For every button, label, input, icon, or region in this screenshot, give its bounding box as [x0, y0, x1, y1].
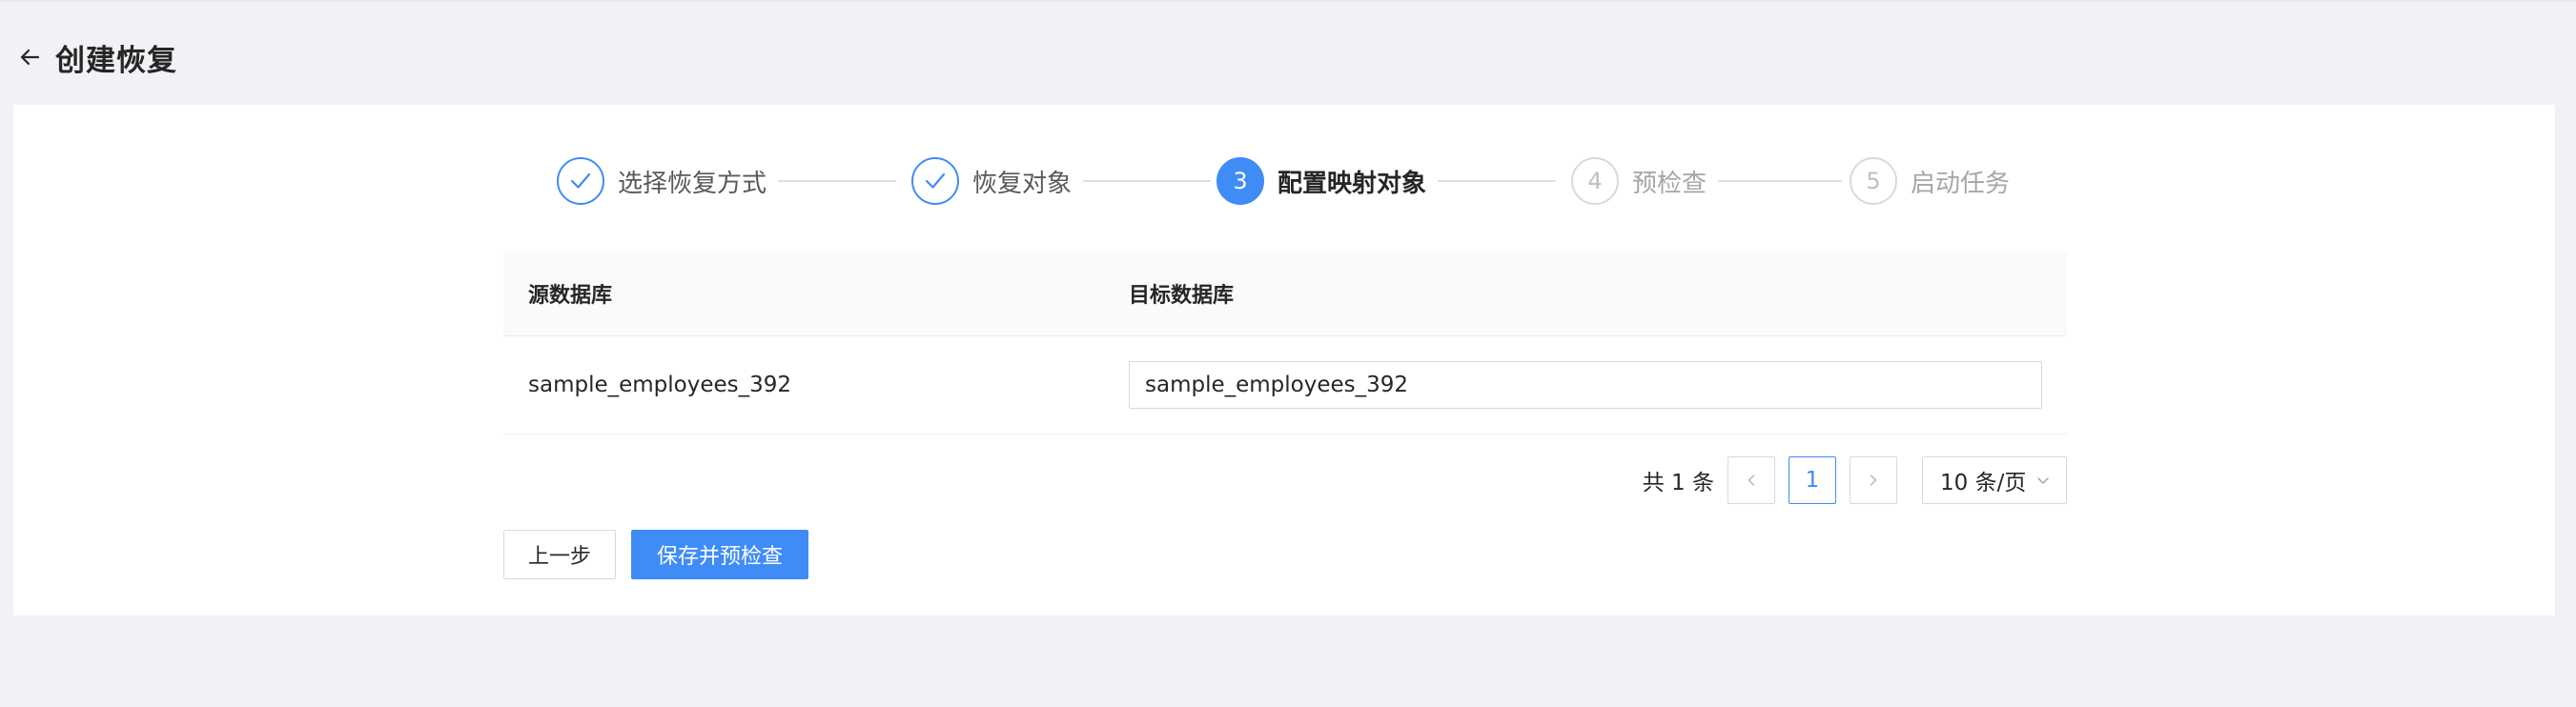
page-header: 创建恢复	[13, 34, 177, 80]
step-select-restore-method: 选择恢复方式	[557, 154, 767, 208]
arrow-left-icon	[20, 49, 40, 66]
step-check-icon	[557, 157, 604, 205]
step-label: 配置映射对象	[1278, 169, 1427, 198]
mapping-table: 源数据库 目标数据库 sample_employees_392	[503, 252, 2067, 434]
step-number: 3	[1216, 157, 1264, 205]
save-and-precheck-button[interactable]: 保存并预检查	[631, 530, 808, 579]
action-buttons: 上一步 保存并预检查	[503, 530, 808, 579]
step-connector	[778, 180, 896, 182]
step-connector	[1438, 180, 1556, 182]
step-label: 启动任务	[1911, 169, 2011, 198]
step-connector	[1083, 180, 1211, 182]
page-size-value: 10 条/页	[1940, 471, 2027, 495]
step-number: 5	[1850, 157, 1897, 205]
step-start-task: 5 启动任务	[1850, 154, 2010, 208]
column-header-source-db: 源数据库	[528, 284, 613, 308]
page-number-button[interactable]: 1	[1789, 456, 1836, 504]
page-title: 创建恢复	[55, 43, 177, 78]
step-connector	[1718, 180, 1842, 182]
total-count: 共 1 条	[1642, 471, 1714, 495]
target-db-cell	[1129, 361, 2067, 409]
table-row: sample_employees_392	[503, 336, 2067, 434]
target-db-input[interactable]	[1129, 361, 2042, 409]
column-header-target-db: 目标数据库	[1129, 284, 1235, 308]
page-size-select[interactable]: 10 条/页	[1922, 456, 2067, 504]
top-border	[0, 0, 2576, 2]
steps-bar: 选择恢复方式 恢复对象 3 配置映射对象 4 预检查 5 启动任务	[13, 154, 2555, 231]
pagination: 共 1 条 1 10 条/页	[1643, 455, 2067, 505]
prev-page-button[interactable]	[1728, 456, 1775, 504]
prev-step-button[interactable]: 上一步	[503, 530, 616, 579]
step-number: 4	[1571, 157, 1619, 205]
step-precheck: 4 预检查	[1571, 154, 1707, 208]
step-restore-objects: 恢复对象	[911, 154, 1072, 208]
chevron-left-icon	[1748, 475, 1755, 486]
step-check-icon	[911, 157, 959, 205]
table-header: 源数据库 目标数据库	[503, 252, 2067, 336]
step-label: 预检查	[1632, 169, 1707, 198]
source-db-cell: sample_employees_392	[528, 373, 792, 397]
step-label: 恢复对象	[972, 169, 1073, 198]
chevron-down-icon	[2037, 477, 2049, 484]
chevron-right-icon	[1870, 475, 1877, 486]
step-label: 选择恢复方式	[618, 169, 767, 198]
step-configure-mapping: 3 配置映射对象	[1216, 154, 1426, 208]
next-page-button[interactable]	[1850, 456, 1897, 504]
content-card: 选择恢复方式 恢复对象 3 配置映射对象 4 预检查 5 启动任务 源数据库 目…	[13, 105, 2555, 616]
back-button[interactable]	[13, 41, 46, 73]
